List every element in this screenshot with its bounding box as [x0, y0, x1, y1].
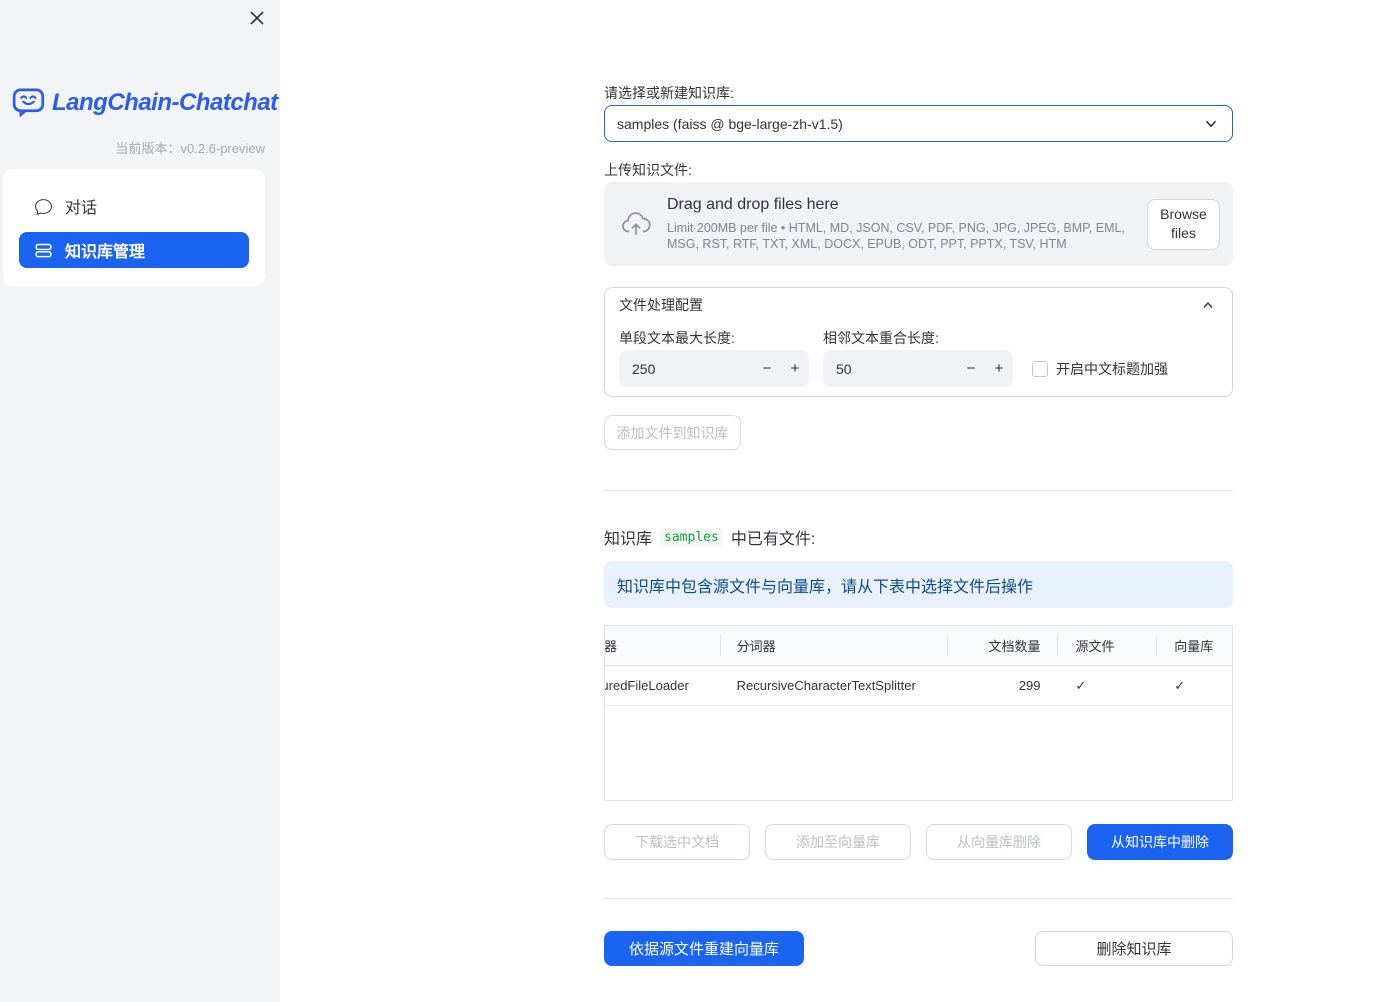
browse-files-button[interactable]: Browse files [1147, 198, 1220, 250]
download-selected-button[interactable]: 下载选中文档 [604, 824, 750, 860]
check-icon: ✓ [1174, 677, 1186, 693]
sidebar-menu: 对话 知识库管理 [3, 169, 265, 286]
zh-title-enhance-label: 开启中文标题加强 [1056, 361, 1168, 377]
chunk-overlap-decrement-button[interactable]: − [957, 350, 985, 387]
knowledge-base-icon [35, 243, 52, 257]
kb-files-heading-prefix: 知识库 [604, 531, 653, 548]
chunk-overlap-value: 50 [836, 360, 852, 377]
column-header-source-file: 源文件 [1056, 626, 1157, 665]
chunk-size-value: 250 [632, 360, 656, 377]
chatchat-logo-icon [12, 88, 45, 117]
kb-selectbox-value: samples (faiss @ bge-large-zh-v1.5) [617, 115, 843, 132]
sidebar-item-dialogue[interactable]: 对话 [19, 188, 249, 224]
kb-selectbox[interactable]: samples (faiss @ bge-large-zh-v1.5) [604, 105, 1233, 142]
app-logo-text: LangChain-Chatchat [52, 88, 278, 116]
kb-files-heading: 知识库 samples 中已有文件: [604, 525, 815, 549]
sidebar-close-button[interactable] [248, 9, 266, 27]
column-header-doc-count: 文档数量 [946, 626, 1057, 665]
chat-icon [35, 198, 52, 215]
chunk-size-label: 单段文本最大长度: [619, 330, 735, 346]
app-logo: LangChain-Chatchat [12, 87, 278, 118]
chunk-size-decrement-button[interactable]: − [753, 350, 781, 387]
column-header-loader: 文档加载器 [605, 639, 618, 654]
kb-name-code: samples [660, 527, 723, 547]
kb-files-table[interactable]: 文档加载器 分词器 文档数量 源文件 向量库 UnstructuredFileL… [604, 625, 1233, 801]
table-row[interactable]: UnstructuredFileLoader RecursiveCharacte… [605, 666, 1232, 706]
sidebar-item-kb-management[interactable]: 知识库管理 [19, 232, 249, 268]
upload-label: 上传知识文件: [604, 162, 692, 178]
version-label: 当前版本： [115, 141, 181, 156]
dropzone-hint: Limit 200MB per file • HTML, MD, JSON, C… [667, 221, 1125, 251]
chunk-overlap-input[interactable]: 50 − + [823, 350, 1013, 387]
zh-title-enhance-row: 开启中文标题加强 [1032, 359, 1168, 379]
cloud-upload-icon [620, 211, 654, 237]
chunk-overlap-label: 相邻文本重合长度: [823, 330, 939, 346]
zh-title-enhance-checkbox[interactable] [1032, 361, 1048, 377]
version-value: v0.2.6-preview [180, 141, 265, 156]
version-text: 当前版本：v0.2.6-preview [115, 138, 265, 157]
column-header-splitter: 分词器 [719, 626, 947, 665]
sidebar: LangChain-Chatchat 当前版本：v0.2.6-preview 对… [0, 0, 280, 1002]
cell-doc-count: 299 [1018, 678, 1041, 693]
dropzone-title: Drag and drop files here [667, 196, 839, 213]
sidebar-item-label: 知识库管理 [65, 244, 146, 261]
expander-title: 文件处理配置 [619, 297, 703, 313]
file-actions-row: 下载选中文档 添加至向量库 从向量库删除 从知识库中删除 [604, 824, 1233, 860]
check-icon: ✓ [1075, 677, 1087, 693]
add-to-vector-store-button[interactable]: 添加至向量库 [765, 824, 911, 860]
chunk-size-input[interactable]: 250 − + [619, 350, 809, 387]
info-alert: 知识库中包含源文件与向量库，请从下表中选择文件后操作 [604, 561, 1233, 608]
rebuild-vector-store-button[interactable]: 依据源文件重建向量库 [604, 931, 804, 966]
file-config-expander-header[interactable]: 文件处理配置 [605, 288, 1232, 320]
main-content: 请选择或新建知识库: samples (faiss @ bge-large-zh… [604, 0, 1233, 1002]
info-alert-text: 知识库中包含源文件与向量库，请从下表中选择文件后操作 [617, 578, 1034, 596]
chunk-overlap-increment-button[interactable]: + [985, 350, 1013, 387]
chevron-up-icon [1200, 297, 1216, 313]
kb-select-label: 请选择或新建知识库: [604, 85, 734, 101]
table-header: 文档加载器 分词器 文档数量 源文件 向量库 [605, 626, 1232, 666]
divider [604, 490, 1233, 491]
file-config-expander: 文件处理配置 单段文本最大长度: 相邻文本重合长度: 250 − + 50 − … [604, 287, 1233, 397]
close-icon [250, 11, 264, 25]
column-header-vector-store: 向量库 [1156, 626, 1232, 665]
cell-splitter: RecursiveCharacterTextSplitter [736, 678, 916, 693]
dropzone-texts: Drag and drop files here Limit 200MB per… [654, 196, 1147, 252]
cell-vector-store-check: ✓ [1156, 666, 1232, 705]
delete-from-kb-button[interactable]: 从知识库中删除 [1087, 824, 1233, 860]
sidebar-item-label: 对话 [65, 200, 98, 217]
file-dropzone[interactable]: Drag and drop files here Limit 200MB per… [604, 182, 1233, 266]
delete-kb-button[interactable]: 删除知识库 [1035, 931, 1233, 966]
chevron-down-icon [1202, 115, 1220, 133]
divider [604, 898, 1233, 899]
add-files-to-kb-button[interactable]: 添加文件到知识库 [604, 415, 741, 450]
cell-loader: UnstructuredFileLoader [605, 678, 689, 693]
kb-files-heading-suffix: 中已有文件: [730, 531, 816, 548]
chunk-size-increment-button[interactable]: + [781, 350, 809, 387]
cell-source-file-check: ✓ [1057, 666, 1157, 705]
delete-from-vector-store-button[interactable]: 从向量库删除 [926, 824, 1072, 860]
